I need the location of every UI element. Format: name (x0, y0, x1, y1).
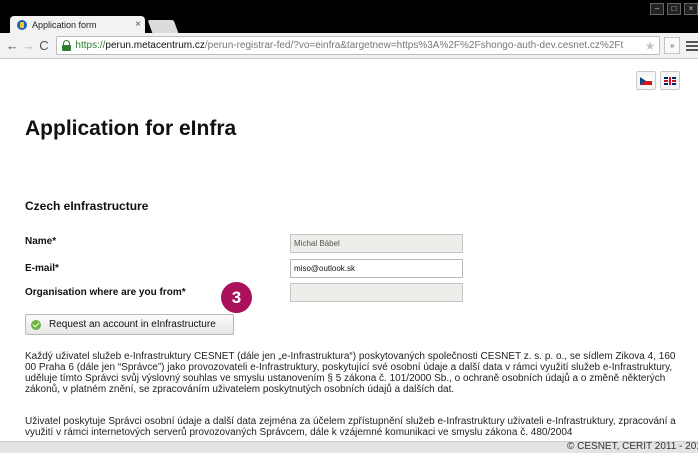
page-footer: © CESNET, CERIT 2011 - 2014 (0, 441, 698, 453)
url-host: perun.metacentrum.cz (105, 40, 205, 51)
request-account-label: Request an account in eInfrastructure (49, 319, 216, 330)
tab-close-icon[interactable]: × (131, 19, 145, 30)
email-field[interactable] (290, 259, 463, 278)
consent-paragraph-1: Každý uživatel služeb e-Infrastruktury C… (25, 351, 676, 395)
name-label: Name* (25, 236, 57, 247)
address-bar[interactable]: https:// perun.metacentrum.cz /perun-reg… (56, 36, 661, 55)
section-title: Czech eInfrastructure (25, 199, 149, 213)
maximize-icon[interactable]: □ (667, 3, 681, 15)
browser-tab[interactable]: Application form × (10, 16, 145, 33)
tab-title: Application form (32, 19, 97, 30)
minimize-icon[interactable]: – (650, 3, 664, 15)
step-number-badge: 3 (221, 282, 252, 313)
back-arrow-icon[interactable]: ← (5, 38, 20, 53)
window-controls: – □ × (650, 3, 698, 15)
browser-titlebar: Application form × – □ × (0, 0, 698, 33)
url-scheme: https:// (75, 40, 106, 51)
new-tab-button[interactable] (147, 20, 179, 33)
language-czech-button[interactable] (636, 71, 656, 90)
language-english-button[interactable] (660, 71, 680, 90)
organisation-field[interactable] (290, 283, 463, 302)
email-label: E-mail* (25, 263, 59, 274)
reload-icon[interactable]: C (37, 38, 52, 53)
extensions-overflow-button[interactable]: » (664, 37, 681, 54)
uk-flag-icon (664, 76, 676, 85)
check-circle-icon (31, 319, 41, 330)
close-window-icon[interactable]: × (684, 3, 698, 15)
name-field[interactable] (290, 234, 463, 253)
bookmark-star-icon[interactable]: ★ (645, 39, 656, 53)
organisation-label: Organisation where are you from* (25, 287, 186, 298)
page-favicon-icon (17, 19, 27, 30)
forward-arrow-icon[interactable]: → (21, 38, 36, 53)
browser-toolbar: ← → C https:// perun.metacentrum.cz /per… (0, 33, 698, 59)
page-title: Application for eInfra (25, 117, 237, 140)
consent-paragraph-2: Uživatel poskytuje Správci osobní údaje … (25, 416, 676, 438)
copyright-text: © CESNET, CERIT 2011 - 2014 (567, 441, 698, 452)
request-account-button[interactable]: Request an account in eInfrastructure (25, 314, 234, 335)
url-path: /perun-registrar-fed/?vo=einfra&targetne… (204, 40, 624, 51)
lock-icon (62, 40, 72, 51)
hamburger-menu-icon[interactable] (686, 40, 698, 51)
czech-flag-icon (640, 76, 652, 85)
